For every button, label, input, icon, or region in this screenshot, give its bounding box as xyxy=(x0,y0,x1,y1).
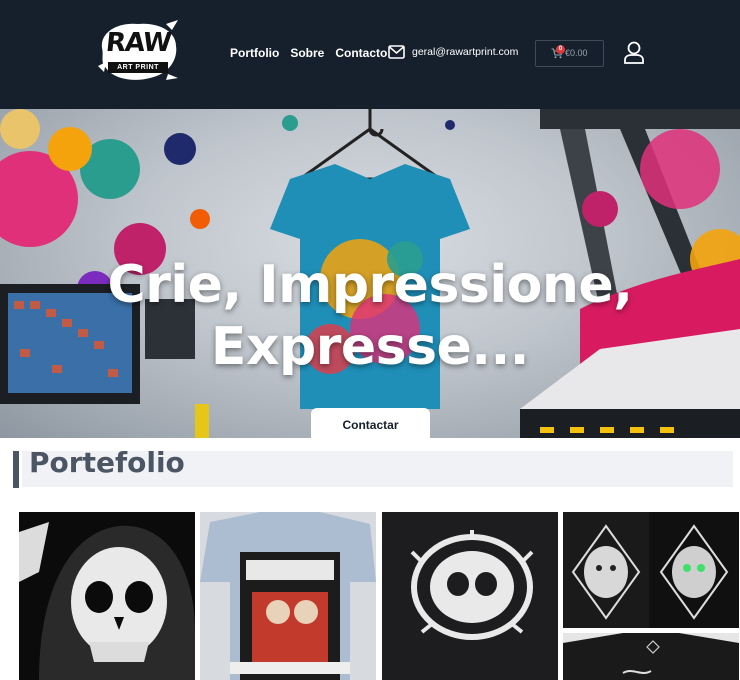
nav-link-portfolio[interactable]: Portfolio xyxy=(230,46,279,60)
black-shirt-image xyxy=(563,633,739,680)
email-address: geral@rawartprint.com xyxy=(412,46,519,58)
cart-total: €0.00 xyxy=(565,48,588,58)
email-link[interactable]: geral@rawartprint.com xyxy=(388,45,518,59)
site-header: RAW ART PRINT Portfolio Sobre Contacto g… xyxy=(0,0,740,109)
thorn-skull-artwork-image xyxy=(410,530,534,640)
nav-link-contacto[interactable]: Contacto xyxy=(335,46,387,60)
portfolio-item-poster-shirt[interactable] xyxy=(200,512,376,680)
cat-artwork-image xyxy=(563,512,739,628)
portfolio-item-cat-design[interactable] xyxy=(563,512,739,628)
skull-artwork-image xyxy=(19,522,195,680)
logo-tagline: ART PRINT xyxy=(108,62,168,73)
logo-wordmark: RAW xyxy=(104,28,173,58)
band-poster-artwork-image xyxy=(200,512,376,680)
portfolio-item-skull-print[interactable] xyxy=(382,512,558,680)
contact-cta-button[interactable]: Contactar xyxy=(311,408,430,438)
portfolio-item-black-shirt[interactable] xyxy=(563,633,739,680)
portfolio-item-skull-shirt[interactable] xyxy=(19,512,195,680)
hero-heading: Crie, Impressione, Expresse... xyxy=(0,254,740,378)
main-nav: Portfolio Sobre Contacto xyxy=(230,44,398,62)
cart-count-badge: 0 xyxy=(556,45,565,54)
portfolio-heading: Portefolio xyxy=(29,446,185,479)
nav-link-sobre[interactable]: Sobre xyxy=(290,46,324,60)
account-button[interactable] xyxy=(623,41,645,64)
hero-heading-line-2: Expresse... xyxy=(210,317,530,377)
hero-heading-line-1: Crie, Impressione, xyxy=(107,255,633,315)
hero-banner: Crie, Impressione, Expresse... Contactar xyxy=(0,109,740,438)
heading-accent-bar xyxy=(13,451,19,488)
envelope-icon xyxy=(388,45,405,59)
user-icon xyxy=(624,41,644,64)
